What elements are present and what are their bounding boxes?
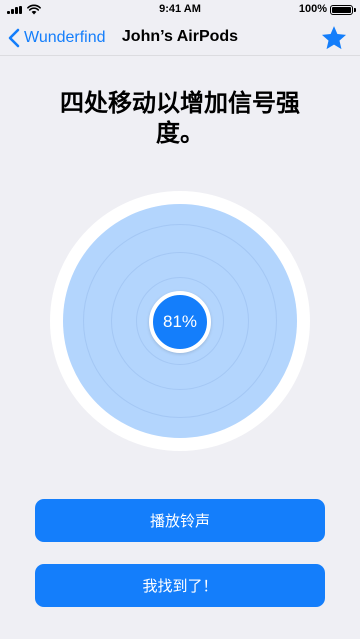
signal-strength-badge: 81% — [149, 291, 211, 353]
page-title: John’s AirPods — [121, 28, 239, 45]
instruction-text: 四处移动以增加信号强度。 — [60, 89, 300, 147]
status-bar: 9:41 AM 100% — [0, 0, 360, 20]
navigation-bar: Wunderfind John’s AirPods — [0, 20, 360, 56]
battery-percentage: 100% — [298, 3, 327, 15]
signal-radar: 81% — [50, 191, 310, 451]
battery-icon — [330, 5, 356, 15]
found-it-button[interactable]: 我找到了！ — [35, 564, 325, 607]
play-sound-button[interactable]: 播放铃声 — [35, 499, 325, 542]
star-icon[interactable] — [320, 24, 348, 52]
